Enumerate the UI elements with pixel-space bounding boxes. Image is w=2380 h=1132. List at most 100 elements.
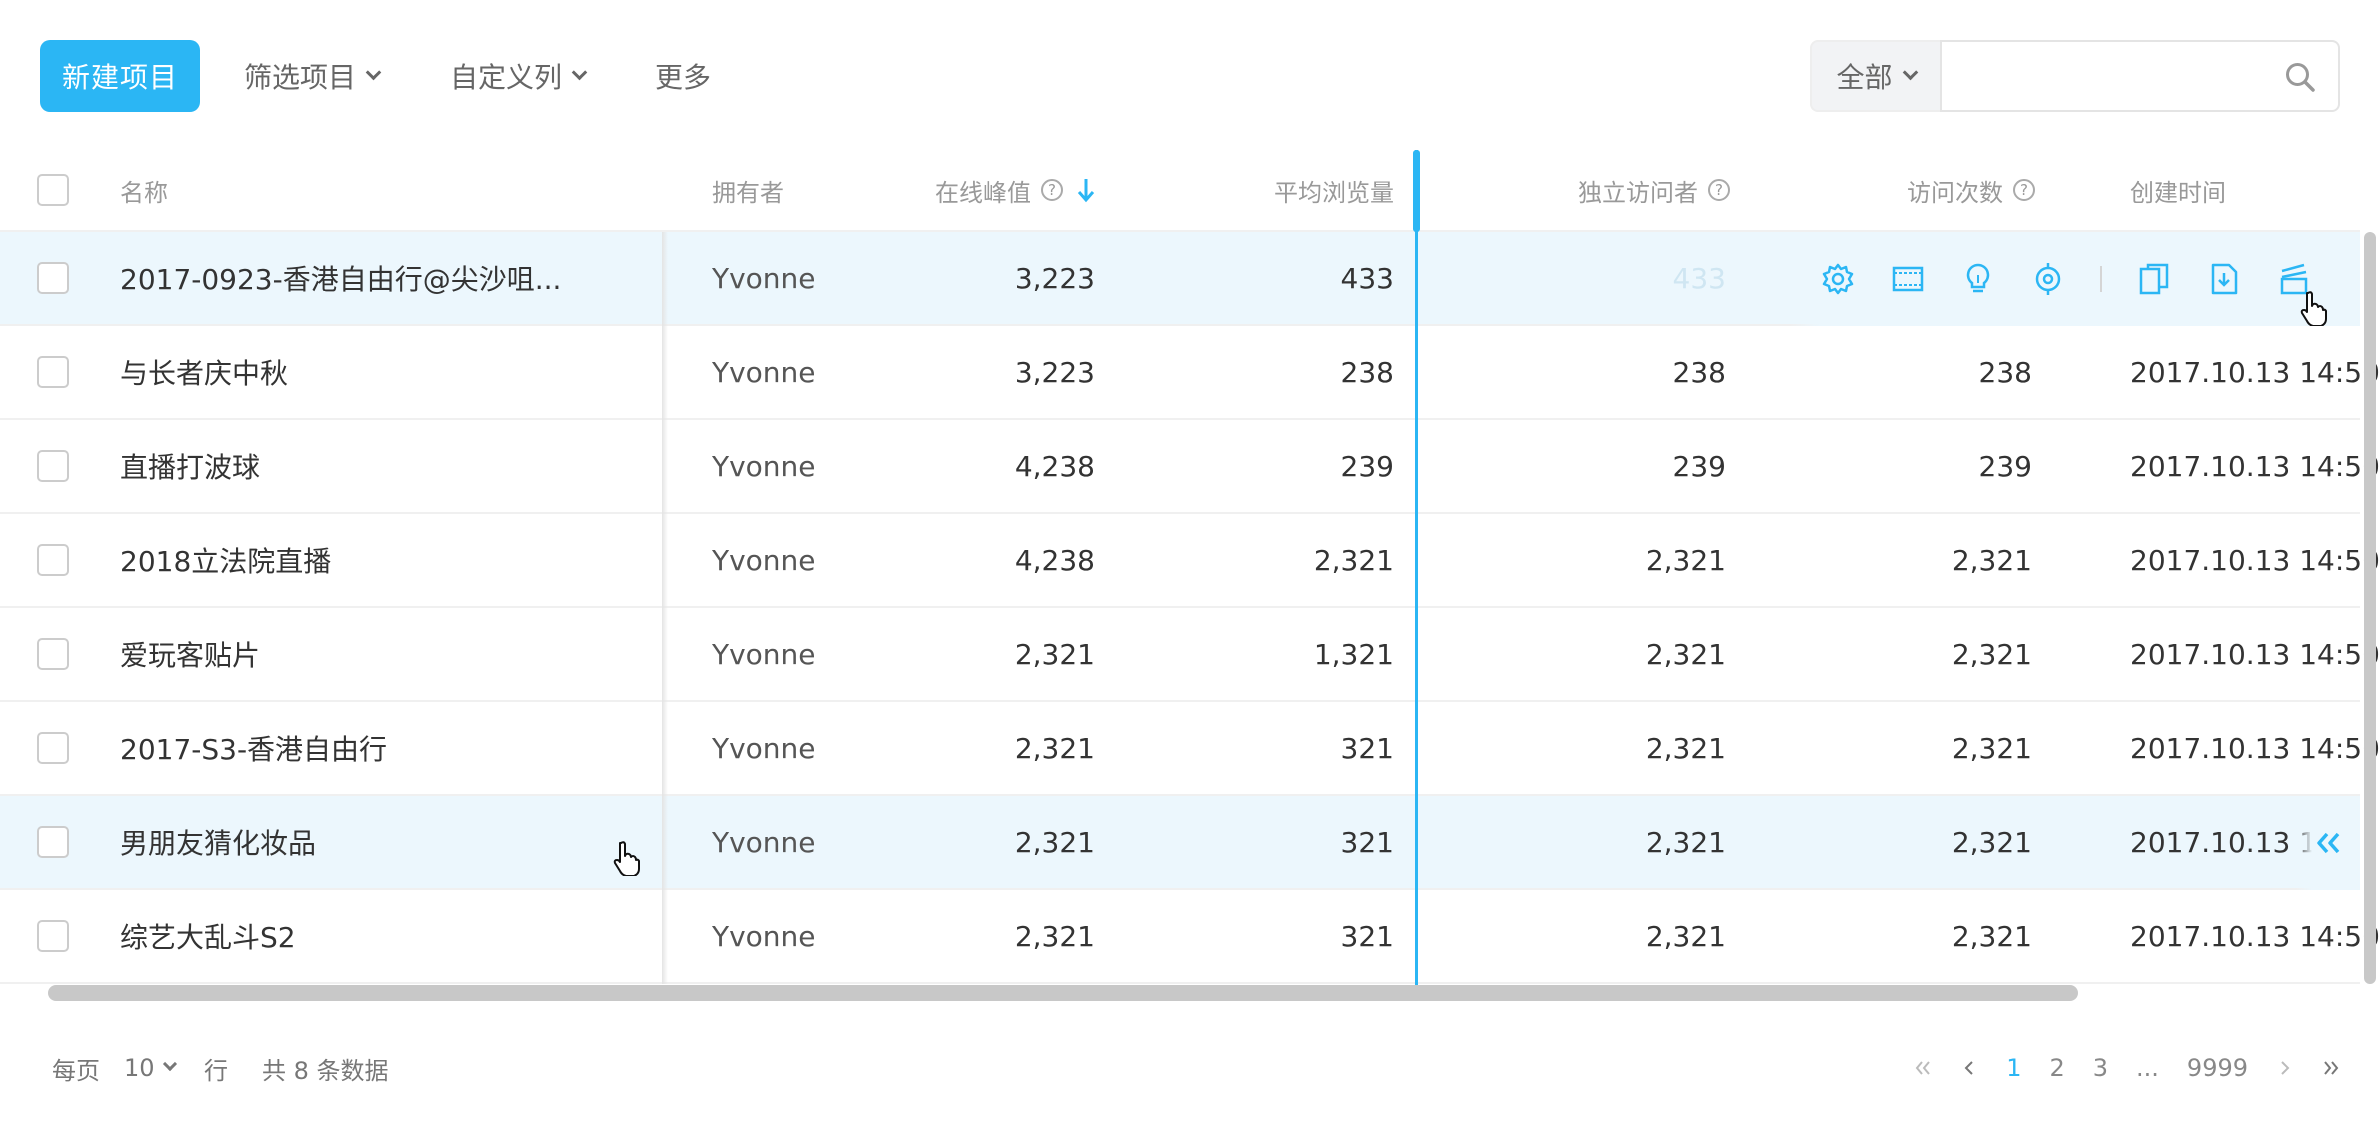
row-online-peak: 4,238 (1014, 449, 1095, 483)
row-checkbox[interactable] (37, 262, 69, 294)
row-name[interactable]: 爱玩客贴片 (120, 608, 260, 700)
table-row[interactable]: 爱玩客贴片 Yvonne 2,321 1,321 2,321 2,321 201… (0, 608, 2380, 702)
help-icon[interactable]: ? (1708, 179, 1730, 201)
hand-cursor-icon (613, 841, 640, 876)
header-avg-views[interactable]: 平均浏览量 (1100, 150, 1394, 230)
column-resize-line[interactable] (1415, 150, 1418, 985)
column-resize-handle[interactable] (1413, 150, 1420, 232)
film-icon[interactable] (1890, 261, 1926, 297)
table-row[interactable]: 2017-0923-香港自由行@尖沙咀... Yvonne 3,223 433 … (0, 232, 2360, 326)
row-actions (1790, 232, 2360, 326)
scope-select[interactable]: 全部 (1810, 40, 1940, 112)
header-owner-label: 拥有者 (712, 178, 784, 207)
first-page-button[interactable] (1914, 1059, 1932, 1077)
row-checkbox[interactable] (37, 732, 69, 764)
row-visits: 2,321 (1951, 543, 2032, 577)
last-page-button[interactable] (2322, 1059, 2340, 1077)
row-visits: 2,321 (1951, 919, 2032, 953)
lightbulb-icon[interactable] (1960, 261, 1996, 297)
row-visits: 239 (1978, 449, 2032, 483)
table-row[interactable]: 2017-S3-香港自由行 Yvonne 2,321 321 2,321 2,3… (0, 702, 2380, 796)
header-online-peak-label: 在线峰值 (935, 178, 1031, 207)
horizontal-scrollbar[interactable] (48, 985, 2078, 1001)
row-online-peak: 3,223 (1014, 355, 1095, 389)
help-icon[interactable]: ? (2013, 179, 2035, 201)
more-link[interactable]: 更多 (655, 40, 711, 112)
custom-columns-dropdown[interactable]: 自定义列 (450, 40, 588, 112)
chevron-down-icon (571, 64, 588, 80)
row-unique-visitors: 2,321 (1645, 637, 1726, 671)
filter-dropdown[interactable]: 筛选项目 (244, 40, 382, 112)
new-project-button[interactable]: 新建项目 (40, 40, 200, 112)
row-name[interactable]: 2017-0923-香港自由行@尖沙咀... (120, 232, 561, 324)
row-created-at: 2017.10.13 14:50 (2130, 731, 2380, 765)
next-page-button[interactable] (2276, 1059, 2294, 1077)
page-size-select[interactable]: 10 (124, 1030, 177, 1106)
header-visits[interactable]: 访问次数 ? (1740, 150, 2035, 230)
row-checkbox[interactable] (37, 920, 69, 952)
row-name[interactable]: 综艺大乱斗S2 (120, 890, 296, 982)
scope-select-value: 全部 (1836, 61, 1893, 94)
table-row[interactable]: 直播打波球 Yvonne 4,238 239 239 239 2017.10.1… (0, 420, 2380, 514)
row-unique-visitors: 2,321 (1645, 731, 1726, 765)
sort-descending-icon[interactable] (1077, 177, 1095, 203)
row-unique-visitors: 2,321 (1645, 543, 1726, 577)
row-checkbox[interactable] (37, 544, 69, 576)
header-online-peak[interactable]: 在线峰值 ? (800, 150, 1095, 230)
row-checkbox[interactable] (37, 826, 69, 858)
row-visits: 2,321 (1951, 825, 2032, 859)
chevron-left-icon (1964, 1061, 1973, 1075)
row-checkbox[interactable] (37, 638, 69, 670)
row-created-at: 2017.10.13 14:50 (2130, 543, 2380, 577)
table-footer: 每页 10 行 共 8 条数据 1 2 3 ... 9999 (0, 1030, 2380, 1106)
page-3[interactable]: 3 (2093, 1054, 2108, 1082)
header-created-at-label: 创建时间 (2130, 178, 2226, 207)
help-icon[interactable]: ? (1041, 179, 1063, 201)
page-1[interactable]: 1 (2006, 1054, 2021, 1082)
per-page-label: 每页 (52, 1056, 100, 1085)
header-name[interactable]: 名称 (120, 150, 168, 230)
row-visits: 2,321 (1951, 637, 2032, 671)
row-name[interactable]: 2018立法院直播 (120, 514, 331, 606)
copy-icon[interactable] (2136, 261, 2172, 297)
page-last[interactable]: 9999 (2187, 1054, 2248, 1082)
row-avg-views: 321 (1340, 731, 1394, 765)
row-checkbox[interactable] (37, 356, 69, 388)
header-visits-label: 访问次数 (1907, 178, 2003, 207)
select-all-checkbox[interactable] (37, 174, 69, 206)
row-created-at: 2017.10.13 14:50 (2130, 637, 2380, 671)
chevron-right-icon (2281, 1061, 2290, 1075)
row-name[interactable]: 与长者庆中秋 (120, 326, 288, 418)
row-unique-visitors: 433 (1672, 261, 1726, 295)
prev-page-button[interactable] (1960, 1059, 1978, 1077)
page-2[interactable]: 2 (2049, 1054, 2064, 1082)
table-row[interactable]: 综艺大乱斗S2 Yvonne 2,321 321 2,321 2,321 201… (0, 890, 2380, 984)
download-icon[interactable] (2206, 261, 2242, 297)
row-name[interactable]: 男朋友猜化妆品 (120, 796, 316, 888)
row-name[interactable]: 直播打波球 (120, 420, 260, 512)
table-row[interactable]: 与长者庆中秋 Yvonne 3,223 238 238 238 2017.10.… (0, 326, 2380, 420)
row-checkbox[interactable] (37, 450, 69, 482)
select-all-cell (37, 150, 69, 230)
row-avg-views: 433 (1340, 261, 1394, 295)
search-input[interactable] (1962, 42, 2282, 108)
table-row[interactable]: 男朋友猜化妆品 Yvonne 2,321 321 2,321 2,321 201… (0, 796, 2360, 890)
row-online-peak: 2,321 (1014, 637, 1095, 671)
double-chevron-right-icon (2324, 1061, 2339, 1075)
header-created-at[interactable]: 创建时间 (2130, 150, 2226, 230)
toolbar: 新建项目 筛选项目 自定义列 更多 全部 (0, 0, 2380, 150)
actions-divider (2100, 266, 2102, 292)
page-ellipsis[interactable]: ... (2136, 1054, 2159, 1082)
settings-icon[interactable] (1820, 261, 1856, 297)
expand-actions-button[interactable] (2296, 796, 2360, 890)
target-icon[interactable] (2030, 261, 2066, 297)
search-icon[interactable] (2284, 61, 2316, 93)
table-header: 名称 拥有者 在线峰值 ? 平均浏览量 独立访问者 ? 访问次数 ? 创建时间 (0, 150, 2360, 232)
table-row[interactable]: 2018立法院直播 Yvonne 4,238 2,321 2,321 2,321… (0, 514, 2380, 608)
vertical-scrollbar[interactable] (2364, 232, 2376, 984)
row-name[interactable]: 2017-S3-香港自由行 (120, 702, 387, 794)
header-unique-visitors[interactable]: 独立访问者 ? (1420, 150, 1730, 230)
chevron-down-icon (162, 1056, 177, 1072)
double-chevron-left-icon (2317, 832, 2340, 854)
header-owner[interactable]: 拥有者 (712, 150, 784, 230)
